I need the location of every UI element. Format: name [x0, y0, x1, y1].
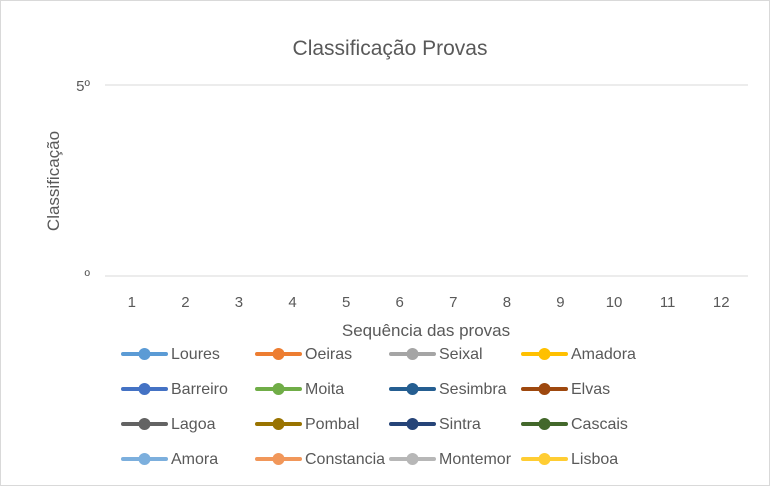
- legend-item: Loures: [121, 346, 220, 363]
- legend-item: Barreiro: [121, 381, 228, 398]
- legend-item: Sesimbra: [389, 381, 507, 398]
- legend-item: Oeiras: [255, 346, 352, 363]
- chart-svg: Classificação Provas 5º º 1 2 3 4 5 6 7 8 9 10 11 1…: [44, 37, 748, 468]
- x-axis-label: Sequência das provas: [342, 321, 510, 340]
- legend-label: Lisboa: [571, 451, 618, 468]
- legend-label: Amadora: [571, 346, 636, 363]
- x-tick-label: 3: [235, 294, 243, 311]
- x-tick-label: 9: [556, 294, 564, 311]
- legend-marker: [138, 348, 151, 360]
- legend-label: Constancia: [305, 451, 385, 468]
- legend-marker: [538, 348, 551, 360]
- legend-label: Montemor: [439, 451, 512, 468]
- legend-marker: [538, 418, 551, 430]
- legend-label: Amora: [171, 451, 218, 468]
- legend-item: Lisboa: [521, 451, 618, 468]
- legend-marker: [272, 383, 285, 395]
- x-tick-label: 6: [396, 294, 404, 311]
- legend-label: Elvas: [571, 381, 610, 398]
- legend-marker: [538, 453, 551, 465]
- x-tick-label: 11: [660, 294, 676, 311]
- legend-label: Sesimbra: [439, 381, 507, 398]
- legend-marker: [406, 348, 419, 360]
- legend-marker: [538, 383, 551, 395]
- legend-item: Pombal: [255, 416, 359, 433]
- legend-marker: [406, 453, 419, 465]
- legend-item: Elvas: [521, 381, 610, 398]
- y-tick-label-top: 5º: [76, 78, 90, 95]
- legend: Loures Oeiras Seixal Amadora Barreiro Moita Se…: [121, 346, 636, 468]
- legend-marker: [406, 418, 419, 430]
- legend-marker: [138, 453, 151, 465]
- legend-label: Moita: [305, 381, 344, 398]
- x-tick-label: 4: [288, 294, 296, 311]
- legend-item: Constancia: [255, 451, 385, 468]
- legend-marker: [138, 418, 151, 430]
- legend-label: Loures: [171, 346, 220, 363]
- y-tick-label-bottom: º: [85, 268, 91, 285]
- legend-item: Amadora: [521, 346, 636, 363]
- chart-title: Classificação Provas: [293, 37, 488, 60]
- x-tick-label: 7: [449, 294, 457, 311]
- y-axis-label: Classificação: [44, 131, 63, 231]
- legend-label: Barreiro: [171, 381, 228, 398]
- legend-label: Sintra: [439, 416, 481, 433]
- legend-marker: [272, 418, 285, 430]
- legend-label: Oeiras: [305, 346, 352, 363]
- x-tick-label: 5: [342, 294, 350, 311]
- legend-marker: [272, 348, 285, 360]
- legend-marker: [138, 383, 151, 395]
- legend-label: Pombal: [305, 416, 359, 433]
- legend-marker: [272, 453, 285, 465]
- legend-item: Cascais: [521, 416, 628, 433]
- legend-marker: [406, 383, 419, 395]
- x-tick-labels: 1 2 3 4 5 6 7 8 9 10 11 12: [128, 294, 730, 311]
- x-tick-label: 12: [713, 294, 730, 311]
- legend-label: Lagoa: [171, 416, 216, 433]
- legend-item: Sintra: [389, 416, 481, 433]
- plot-area: 5º º 1 2 3 4 5 6 7 8 9 10 11 12: [76, 78, 748, 311]
- legend-label: Cascais: [571, 416, 628, 433]
- legend-item: Lagoa: [121, 416, 216, 433]
- x-tick-label: 10: [606, 294, 623, 311]
- legend-item: Amora: [121, 451, 218, 468]
- legend-label: Seixal: [439, 346, 483, 363]
- x-tick-label: 1: [128, 294, 136, 311]
- legend-item: Moita: [255, 381, 344, 398]
- x-tick-label: 8: [503, 294, 511, 311]
- legend-item: Montemor: [389, 451, 512, 468]
- x-tick-label: 2: [181, 294, 189, 311]
- legend-item: Seixal: [389, 346, 483, 363]
- chart-area: Classificação Provas 5º º 1 2 3 4 5 6 7 8 9 10 11 1…: [0, 0, 770, 486]
